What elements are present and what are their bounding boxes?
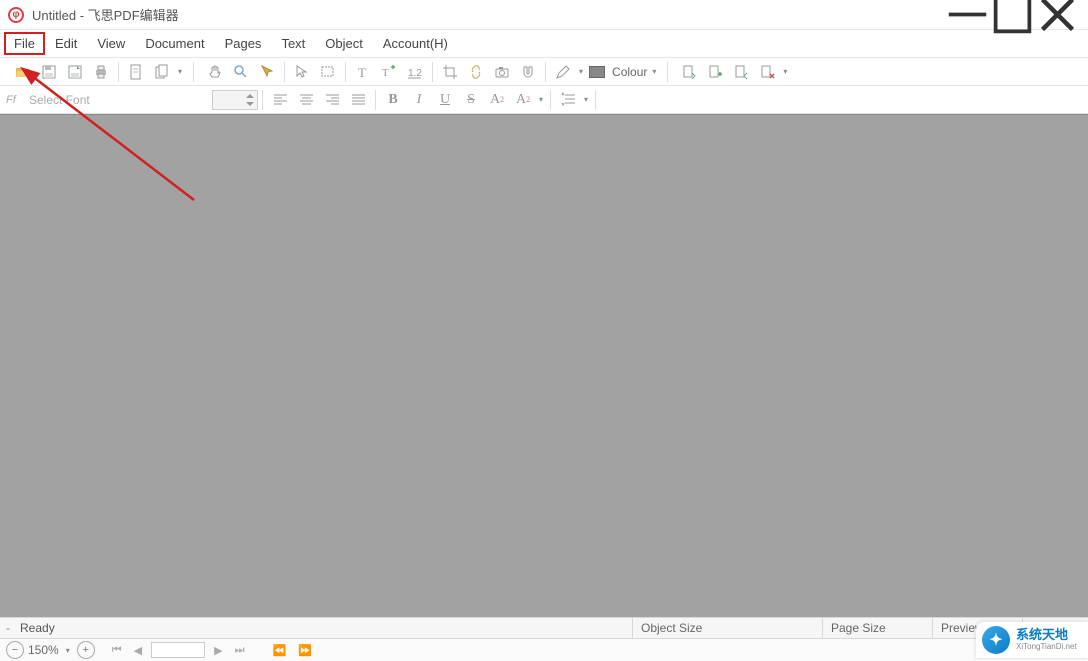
page-input[interactable]: [151, 642, 205, 658]
close-button[interactable]: [1035, 0, 1080, 30]
status-ready: Ready: [20, 621, 55, 635]
zoom-icon[interactable]: [230, 61, 252, 83]
menu-account[interactable]: Account(H): [373, 32, 458, 55]
italic-button[interactable]: I: [407, 89, 431, 111]
status-dash: -: [6, 621, 10, 635]
align-left-icon[interactable]: [268, 89, 292, 111]
format-toolbar: Ff Select Font B I U S A2 A2 ▾ ▾: [0, 86, 1088, 114]
main-toolbar: ▾ T T 1.2 ▾ Colour ▾ ▾: [0, 58, 1088, 86]
svg-text:T: T: [358, 65, 366, 80]
text-measure-icon[interactable]: 1.2: [404, 61, 426, 83]
status-object-size: Object Size: [632, 618, 822, 638]
text-add-icon[interactable]: T: [378, 61, 400, 83]
align-right-icon[interactable]: [320, 89, 344, 111]
window-title: Untitled - 飞思PDF编辑器: [32, 5, 179, 24]
zoom-in-button[interactable]: +: [77, 641, 95, 659]
underline-button[interactable]: U: [433, 89, 457, 111]
doc-add-icon[interactable]: [704, 61, 726, 83]
zoom-dropdown[interactable]: ▾: [63, 646, 73, 655]
align-justify-icon[interactable]: [346, 89, 370, 111]
open-icon[interactable]: [12, 61, 34, 83]
menu-edit[interactable]: Edit: [45, 32, 87, 55]
print-icon[interactable]: [90, 61, 112, 83]
lasso-icon[interactable]: [317, 61, 339, 83]
save-as-icon[interactable]: [64, 61, 86, 83]
menu-document[interactable]: Document: [135, 32, 214, 55]
watermark-title: 系统天地: [1016, 628, 1077, 642]
watermark-logo-icon: ✦: [982, 626, 1010, 654]
last-page-button[interactable]: ⏭: [232, 644, 248, 657]
camera-icon[interactable]: [491, 61, 513, 83]
link-icon[interactable]: [465, 61, 487, 83]
watermark: ✦ 系统天地 XiTongTianDi.net: [976, 622, 1088, 658]
status-bar: - Ready Object Size Page Size Preview: [0, 617, 1088, 639]
zoom-out-button[interactable]: −: [6, 641, 24, 659]
strike-button[interactable]: S: [459, 89, 483, 111]
subscript-button[interactable]: A2: [511, 89, 535, 111]
prev-page-button[interactable]: ◀: [131, 644, 145, 657]
colour-label: Colour: [612, 65, 647, 79]
select-icon[interactable]: [256, 61, 278, 83]
app-icon: φ: [8, 7, 24, 23]
text-tool-icon[interactable]: T: [352, 61, 374, 83]
next-page-button[interactable]: ▶: [211, 644, 225, 657]
menubar: File Edit View Document Pages Text Objec…: [0, 30, 1088, 58]
menu-pages[interactable]: Pages: [215, 32, 272, 55]
pencil-icon[interactable]: [552, 61, 574, 83]
maximize-button[interactable]: [990, 0, 1035, 30]
doc-dropdown[interactable]: ▾: [780, 67, 790, 76]
font-size-select[interactable]: [212, 90, 258, 110]
colour-swatch[interactable]: [588, 61, 610, 83]
doc-import-icon[interactable]: [678, 61, 700, 83]
hand-icon[interactable]: [204, 61, 226, 83]
doc-export-icon[interactable]: [730, 61, 752, 83]
magnet-icon[interactable]: [517, 61, 539, 83]
line-spacing-icon[interactable]: [556, 89, 580, 111]
zoom-value: 150%: [28, 643, 59, 657]
bold-button[interactable]: B: [381, 89, 405, 111]
svg-text:T: T: [382, 67, 389, 79]
pencil-dropdown[interactable]: ▾: [576, 67, 586, 76]
align-center-icon[interactable]: [294, 89, 318, 111]
watermark-url: XiTongTianDi.net: [1016, 643, 1077, 652]
crop-icon[interactable]: [439, 61, 461, 83]
first-page-button[interactable]: ⏮: [109, 644, 125, 657]
svg-text:1.2: 1.2: [408, 68, 422, 79]
menu-object[interactable]: Object: [315, 32, 373, 55]
arrow-tool-icon[interactable]: [291, 61, 313, 83]
menu-file[interactable]: File: [4, 32, 45, 55]
page-dropdown[interactable]: ▾: [175, 67, 185, 76]
menu-text[interactable]: Text: [271, 32, 315, 55]
doc-delete-icon[interactable]: [756, 61, 778, 83]
page-icon[interactable]: [125, 61, 147, 83]
multi-page-icon[interactable]: [151, 61, 173, 83]
script-dropdown[interactable]: ▾: [536, 95, 546, 104]
superscript-button[interactable]: A2: [485, 89, 509, 111]
nav-back-button[interactable]: ⏪: [269, 644, 289, 657]
font-family-icon: Ff: [6, 94, 22, 106]
minimize-button[interactable]: [945, 0, 990, 30]
colour-dropdown[interactable]: ▾: [649, 67, 659, 76]
nav-fwd-button[interactable]: ⏩: [295, 644, 315, 657]
font-select[interactable]: Select Font: [22, 90, 212, 110]
document-canvas[interactable]: [0, 114, 1088, 617]
titlebar: φ Untitled - 飞思PDF编辑器: [0, 0, 1088, 30]
status-page-size: Page Size: [822, 618, 932, 638]
save-icon[interactable]: [38, 61, 60, 83]
menu-view[interactable]: View: [87, 32, 135, 55]
spacing-dropdown[interactable]: ▾: [581, 95, 591, 104]
